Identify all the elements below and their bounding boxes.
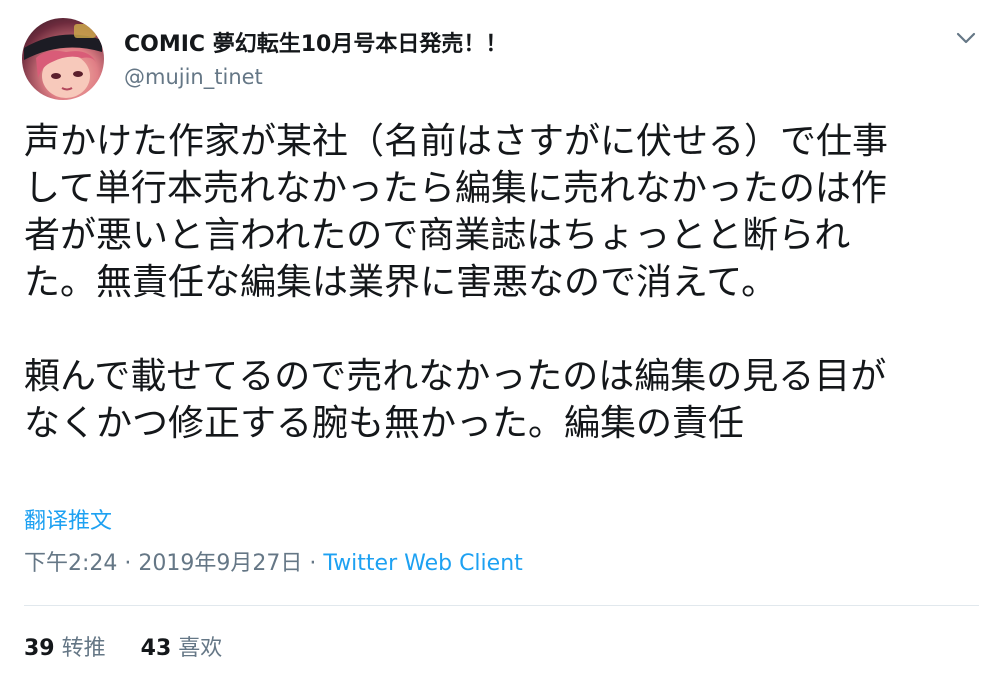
tweet-client-link[interactable]: Twitter Web Client xyxy=(323,551,522,576)
tweet-text-line: なくかつ修正する腕も無かった。編集の責任 xyxy=(24,403,745,444)
user-avatar[interactable] xyxy=(22,18,104,100)
likes-count: 43 xyxy=(140,636,172,661)
likes-label: 喜欢 xyxy=(178,636,223,661)
tweet-stats: 39 转推 43 喜欢 xyxy=(24,633,222,665)
user-display-name[interactable]: COMIC 夢幻転生10月号本日発売！！ xyxy=(124,30,507,60)
tweet-text-line: た。無責任な編集は業界に害悪なので消えて。 xyxy=(24,262,778,303)
divider xyxy=(24,605,979,606)
retweets-stat[interactable]: 39 转推 xyxy=(24,633,106,665)
tweet-timestamp: 下午2:24 · 2019年9月27日 · Twitter Web Client xyxy=(24,547,523,581)
retweets-label: 转推 xyxy=(61,636,106,661)
tweet-date[interactable]: 2019年9月27日 xyxy=(138,551,302,576)
chevron-down-icon xyxy=(956,32,976,44)
tweet-text-line: 者が悪いと言われたので商業誌はちょっとと断られ xyxy=(24,215,851,256)
retweets-count: 39 xyxy=(24,636,55,661)
tweet-text-line: 声かけた作家が某社（名前はさすがに伏せる）で仕事 xyxy=(24,121,889,162)
user-handle[interactable]: @mujin_tinet xyxy=(124,62,507,92)
meta-separator: · xyxy=(124,551,132,576)
tweet-menu-button[interactable] xyxy=(952,28,980,48)
tweet-card: COMIC 夢幻転生10月号本日発売！！ @mujin_tinet 声かけた作家… xyxy=(0,0,1000,683)
tweet-time[interactable]: 下午2:24 xyxy=(24,551,117,576)
tweet-text-line: 頼んで載せてるので売れなかったのは編集の見る目が xyxy=(24,356,887,397)
translate-tweet-link[interactable]: 翻译推文 xyxy=(24,505,112,539)
tweet-author[interactable]: COMIC 夢幻転生10月号本日発売！！ @mujin_tinet xyxy=(124,30,507,92)
avatar-illustration-icon xyxy=(24,24,102,98)
paragraph-break xyxy=(24,306,984,353)
tweet-text: 声かけた作家が某社（名前はさすがに伏せる）で仕事 して単行本売れなかったら編集に… xyxy=(24,118,984,447)
likes-stat[interactable]: 43 喜欢 xyxy=(141,633,223,665)
meta-separator: · xyxy=(309,551,317,576)
tweet-text-line: して単行本売れなかったら編集に売れなかったのは作 xyxy=(24,168,887,209)
